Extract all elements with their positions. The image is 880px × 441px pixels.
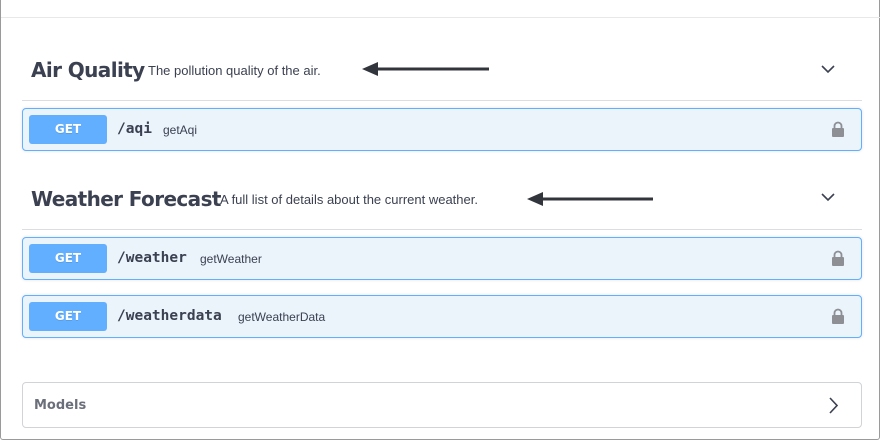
lock-icon[interactable] [831,250,845,267]
tag-name: Weather Forecast [31,187,221,211]
operation-get-weatherdata[interactable]: GET /weatherdata getWeatherData [22,295,862,338]
chevron-right-icon[interactable] [828,397,838,414]
method-badge: GET [29,244,107,273]
chevron-down-icon[interactable] [821,190,835,204]
lock-icon[interactable] [831,308,845,325]
models-label: Models [34,398,87,413]
method-badge: GET [29,115,107,144]
arrow-left-icon [362,62,489,76]
operation-summary: getWeatherData [238,310,326,324]
top-divider [1,17,880,18]
operation-get-weather[interactable]: GET /weather getWeather [22,237,862,280]
operation-path: /weatherdata [117,308,222,324]
tag-header-weather-forecast[interactable]: Weather Forecast A full list of details … [22,167,862,230]
models-section[interactable]: Models [22,382,862,428]
operation-path: /weather [117,250,187,266]
tag-header-air-quality[interactable]: Air Quality The pollution quality of the… [22,38,862,101]
method-badge: GET [29,302,107,331]
swagger-ui-panel: Air Quality The pollution quality of the… [0,0,880,440]
operation-summary: getWeather [200,252,262,266]
operation-summary: getAqi [163,123,198,137]
tag-description: The pollution quality of the air. [148,63,321,78]
lock-icon[interactable] [831,121,845,138]
chevron-down-icon[interactable] [821,62,835,76]
operation-path: /aqi [117,121,152,137]
tag-name: Air Quality [31,58,145,82]
operation-get-aqi[interactable]: GET /aqi getAqi [22,108,862,151]
arrow-left-icon [527,192,653,206]
tag-description: A full list of details about the current… [220,192,478,207]
